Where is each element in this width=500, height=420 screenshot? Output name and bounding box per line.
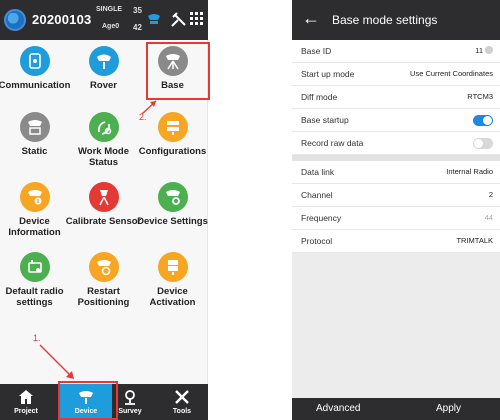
project-number: 20200103 xyxy=(32,12,92,27)
setting-value: RTCM3 xyxy=(467,92,493,101)
tab-tools[interactable]: Tools xyxy=(156,384,208,420)
setting-label: Data link xyxy=(301,167,335,177)
grid-item-default-radio-settings[interactable]: Default radio settings xyxy=(0,246,69,326)
setting-value: Use Current Coordinates xyxy=(410,69,493,78)
base-startup-toggle[interactable] xyxy=(473,115,493,126)
grid-item-label: Default radio settings xyxy=(5,286,64,308)
device-tab-highlight-box xyxy=(58,381,118,420)
device-settings-icon xyxy=(158,182,188,212)
grid-item-label: Communication xyxy=(0,80,71,91)
app-logo-icon[interactable] xyxy=(4,9,26,31)
setting-label: Protocol xyxy=(301,236,333,246)
work-mode-icon xyxy=(89,112,119,142)
grid-item-label: Device Activation xyxy=(149,286,196,308)
grid-item-static[interactable]: Static xyxy=(0,106,69,186)
grid-item-device-activation[interactable]: Device Activation xyxy=(138,246,207,326)
setting-row-diff-mode[interactable]: Diff mode RTCM3 xyxy=(292,86,500,109)
grid-item-calibrate-sensor[interactable]: Calibrate Sensor xyxy=(66,176,141,256)
setting-label: Base ID xyxy=(301,46,332,56)
top-status-bar: 20200103 SINGLE Age0 35 42 xyxy=(0,0,208,40)
restart-icon xyxy=(89,252,119,282)
setting-row-base-id[interactable]: Base ID 11 xyxy=(292,40,500,63)
page-title: Base mode settings xyxy=(332,13,438,27)
settings-action-bar: Advanced Apply xyxy=(292,398,500,420)
configurations-icon xyxy=(158,112,188,142)
grid-item-label: Static xyxy=(21,146,48,157)
setting-value: TRIMTALK xyxy=(456,236,493,245)
base-mode-settings-screen: ← Base mode settings Base ID 11 Start up… xyxy=(292,0,500,420)
satellite-count-2: 42 xyxy=(133,23,142,32)
apply-button[interactable]: Apply xyxy=(436,403,461,414)
setting-row-base-startup: Base startup xyxy=(292,109,500,132)
setting-value: 2 xyxy=(488,190,493,199)
setting-row-frequency[interactable]: Frequency 44 xyxy=(292,207,500,230)
rover-icon xyxy=(89,46,119,76)
solution-status: SINGLE xyxy=(96,6,123,13)
device-info-icon xyxy=(20,182,50,212)
static-icon xyxy=(20,112,50,142)
setting-label: Base startup xyxy=(301,115,349,125)
grid-item-label: Restart Positioning xyxy=(77,286,130,308)
screenshot-composite: 20200103 SINGLE Age0 35 42 Communication xyxy=(0,0,500,420)
grid-item-work-mode-status[interactable]: Work Mode Status xyxy=(69,106,138,186)
record-raw-data-toggle[interactable] xyxy=(473,138,493,149)
grid-menu-icon[interactable] xyxy=(190,12,204,31)
setting-value: 11 xyxy=(475,46,493,55)
tab-label: Tools xyxy=(172,408,192,415)
tab-project[interactable]: Project xyxy=(0,384,52,420)
home-icon xyxy=(19,390,33,404)
grid-item-label: Configurations xyxy=(138,146,207,157)
annotation-arrow-2 xyxy=(141,100,157,115)
base-highlight-box xyxy=(146,42,210,100)
setting-row-channel[interactable]: Channel 2 xyxy=(292,184,500,207)
grid-item-restart-positioning[interactable]: Restart Positioning xyxy=(69,246,138,326)
bluetooth-satellite-icon[interactable] xyxy=(170,12,186,33)
tools-icon xyxy=(175,390,189,404)
grid-item-label: Rover xyxy=(90,80,117,91)
radio-settings-icon xyxy=(20,252,50,282)
survey-icon xyxy=(125,390,135,405)
setting-label: Frequency xyxy=(301,213,342,223)
advanced-button[interactable]: Advanced xyxy=(316,403,360,414)
satellite-count-1: 35 xyxy=(133,6,142,15)
setting-value: 44 xyxy=(484,213,493,222)
setting-row-data-link[interactable]: Data link Internal Radio xyxy=(292,161,500,184)
age-status: Age0 xyxy=(102,23,120,30)
setting-row-record-raw-data: Record raw data xyxy=(292,132,500,155)
setting-label: Diff mode xyxy=(301,92,338,102)
activation-icon xyxy=(158,252,188,282)
setting-row-protocol[interactable]: Protocol TRIMTALK xyxy=(292,230,500,253)
calibrate-icon xyxy=(89,182,119,212)
setting-label: Channel xyxy=(301,190,333,200)
annotation-arrow-1 xyxy=(39,344,74,379)
setting-value: Internal Radio xyxy=(446,167,493,176)
setting-label: Record raw data xyxy=(301,138,364,148)
grid-item-label: Device Settings xyxy=(137,216,208,227)
info-icon[interactable] xyxy=(485,46,493,54)
settings-header: ← Base mode settings xyxy=(292,0,500,40)
back-arrow-icon[interactable]: ← xyxy=(302,8,320,29)
grid-item-device-settings[interactable]: Device Settings xyxy=(137,176,208,256)
device-menu-screen: 20200103 SINGLE Age0 35 42 Communication xyxy=(0,0,210,420)
grid-item-label: Calibrate Sensor xyxy=(65,216,142,227)
setting-label: Start up mode xyxy=(301,69,355,79)
grid-item-label: Device Information xyxy=(8,216,61,238)
grid-item-device-information[interactable]: Device Information xyxy=(0,176,69,256)
annotation-step-1: 1. xyxy=(33,333,41,343)
receiver-connected-icon[interactable] xyxy=(147,12,161,33)
setting-row-start-up-mode[interactable]: Start up mode Use Current Coordinates xyxy=(292,63,500,86)
grid-item-label: Work Mode Status xyxy=(77,146,130,168)
communication-icon xyxy=(20,46,50,76)
tab-label: Project xyxy=(14,408,38,415)
grid-item-configurations[interactable]: Configurations xyxy=(138,106,207,186)
